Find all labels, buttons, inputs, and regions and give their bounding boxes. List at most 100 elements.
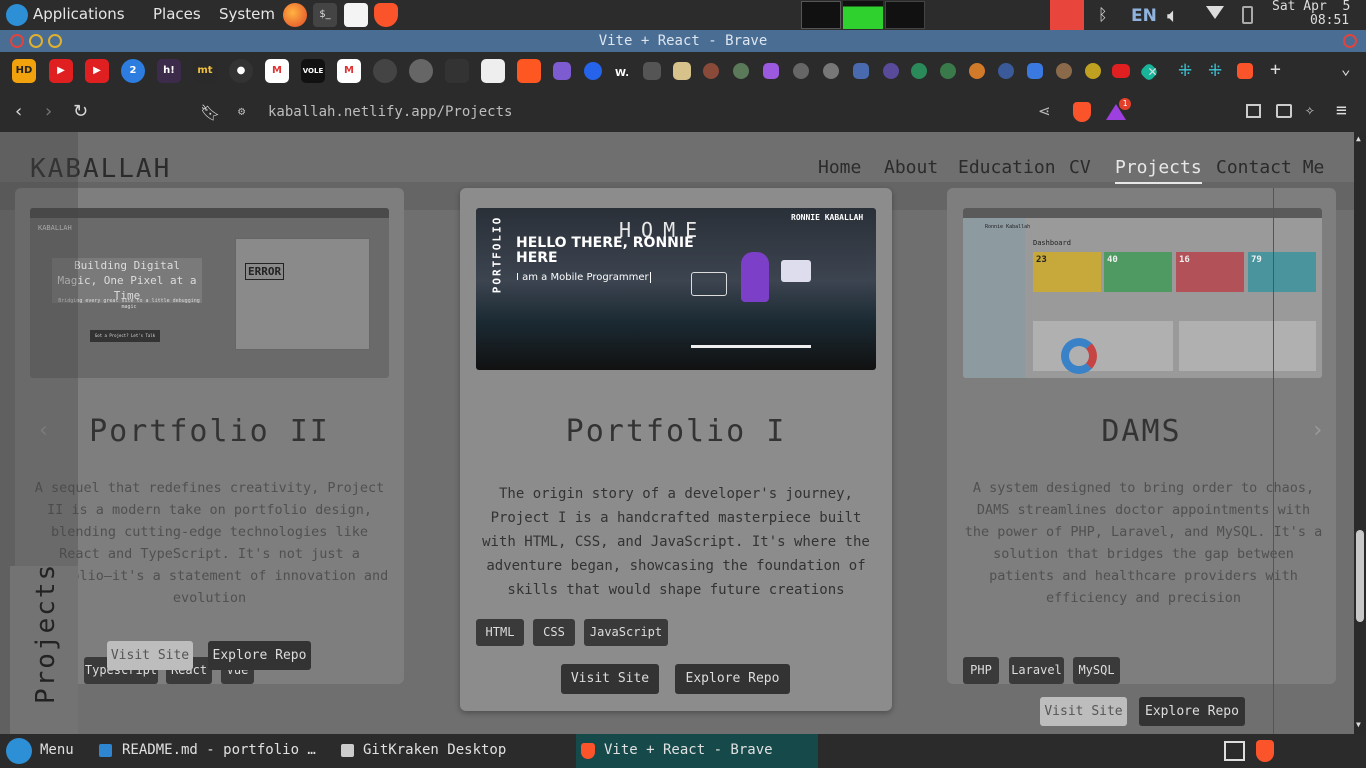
explore-repo-button[interactable]: Explore Repo <box>1139 697 1245 726</box>
taskbar-item-gitkraken[interactable]: GitKraken Desktop <box>363 742 506 758</box>
distro-logo-icon[interactable] <box>6 4 28 26</box>
project-thumbnail[interactable]: Ronnie Kaballah Dashboard 23 40 16 79 <box>963 208 1322 378</box>
tab-icon[interactable] <box>553 62 571 80</box>
tab-icon[interactable] <box>445 59 469 83</box>
menu-logo-icon[interactable] <box>6 738 32 764</box>
sidebar-toggle-icon[interactable] <box>1246 104 1261 118</box>
bluetooth-icon[interactable]: ᛒ <box>1098 5 1108 24</box>
tab-icon[interactable] <box>763 63 779 79</box>
workspace-switcher-icon[interactable] <box>1224 741 1245 761</box>
scroll-down-icon[interactable]: ▼ <box>1356 720 1361 729</box>
gmail-icon[interactable]: M <box>337 59 361 83</box>
page-scrollbar[interactable]: ▲ ▼ <box>1354 132 1366 734</box>
scroll-up-icon[interactable]: ▲ <box>1356 134 1361 143</box>
tab-icon[interactable] <box>517 59 541 83</box>
pinned-tab[interactable]: VOLE <box>301 59 325 83</box>
close-window-right-button[interactable] <box>1343 34 1357 48</box>
tab-icon[interactable] <box>481 59 505 83</box>
tab-icon[interactable] <box>409 59 433 83</box>
pinned-tab[interactable]: HD <box>12 59 36 83</box>
tab-icon[interactable] <box>911 63 927 79</box>
window-titlebar[interactable]: Vite + React - Brave <box>0 30 1366 52</box>
gmail-icon[interactable]: M <box>265 59 289 83</box>
places-menu[interactable]: Places <box>153 5 201 23</box>
share-icon[interactable]: ⋖ <box>1038 102 1051 120</box>
nav-projects[interactable]: Projects <box>1115 157 1202 184</box>
youtube-icon[interactable]: ▶ <box>85 59 109 83</box>
site-info-icon[interactable]: ⚙ <box>238 104 245 118</box>
brave-tray-icon[interactable] <box>1256 740 1274 762</box>
tab-icon[interactable] <box>584 62 602 80</box>
pinned-tab[interactable]: h! <box>157 59 181 83</box>
tab-icon[interactable] <box>673 62 691 80</box>
tab-icon[interactable] <box>1056 63 1072 79</box>
clock[interactable]: Sat Apr 5 08:51 <box>1272 0 1366 28</box>
tab-icon[interactable] <box>823 63 839 79</box>
tab-icon[interactable] <box>940 63 956 79</box>
scroll-thumb[interactable] <box>1356 530 1364 622</box>
url-field[interactable]: kaballah.netlify.app/Projects <box>268 104 512 120</box>
visit-site-button[interactable]: Visit Site <box>107 641 193 670</box>
tab-icon[interactable] <box>1027 63 1043 79</box>
tab-icon[interactable] <box>853 63 869 79</box>
tab-icon[interactable] <box>969 63 985 79</box>
back-button[interactable]: ‹ <box>15 101 22 122</box>
volume-icon[interactable]: 🔈︎ <box>1167 3 1179 27</box>
pinned-tab[interactable]: 2 <box>121 59 145 83</box>
tab-list-chevron-icon[interactable]: ⌄ <box>1341 59 1351 78</box>
project-thumbnail[interactable]: HOME RONNIE KABALLAH PORTFOLIO HELLO THE… <box>476 208 876 370</box>
tab-icon[interactable] <box>373 59 397 83</box>
explore-repo-button[interactable]: Explore Repo <box>208 641 311 670</box>
brave-shields-icon[interactable] <box>1073 102 1091 122</box>
system-menu[interactable]: System <box>219 5 275 23</box>
anydesk-tray-icon[interactable] <box>1050 0 1084 30</box>
forward-button[interactable]: › <box>45 101 52 122</box>
tab-icon[interactable] <box>643 62 661 80</box>
bookmark-icon[interactable]: 🔖︎ <box>200 103 220 122</box>
minimize-window-button[interactable] <box>29 34 43 48</box>
keyboard-layout-indicator[interactable]: EN <box>1131 6 1157 26</box>
nav-education[interactable]: Education <box>958 157 1056 178</box>
taskbar-item-vscode[interactable]: README.md - portfolio … <box>122 742 316 758</box>
nav-cv[interactable]: CV <box>1069 157 1091 178</box>
maximize-window-button[interactable] <box>48 34 62 48</box>
battery-icon[interactable] <box>1242 6 1253 24</box>
applications-menu[interactable]: Applications <box>33 5 125 23</box>
nav-about[interactable]: About <box>884 157 938 178</box>
project-thumbnail[interactable]: KABALLAH Building Digital Magic, One Pix… <box>30 208 389 378</box>
terminal-launcher-icon[interactable]: $_ <box>313 3 337 27</box>
pinned-tab[interactable]: mt <box>193 59 217 83</box>
youtube-icon[interactable]: ▶ <box>49 59 73 83</box>
visit-site-button[interactable]: Visit Site <box>561 664 659 694</box>
close-window-button[interactable] <box>10 34 24 48</box>
tab-icon[interactable]: ⁜ <box>1178 61 1192 81</box>
youtube-icon[interactable] <box>1112 64 1130 78</box>
menu-icon[interactable]: ≡ <box>1336 100 1347 121</box>
new-tab-button[interactable]: + <box>1270 59 1281 80</box>
text-editor-launcher-icon[interactable] <box>344 3 368 27</box>
close-tab-icon[interactable]: ✕ <box>1148 62 1157 80</box>
nav-home[interactable]: Home <box>818 157 861 178</box>
wifi-icon[interactable] <box>1206 6 1224 19</box>
tab-icon[interactable] <box>1085 63 1101 79</box>
tab-icon[interactable]: ⁜ <box>1208 61 1222 81</box>
firefox-launcher-icon[interactable] <box>283 3 307 27</box>
explore-repo-button[interactable]: Explore Repo <box>675 664 790 694</box>
tab-icon[interactable]: W. <box>613 62 631 80</box>
wallet-icon[interactable] <box>1276 104 1292 118</box>
leo-ai-icon[interactable]: ✧ <box>1305 100 1315 119</box>
nav-contact-me[interactable]: Contact Me <box>1216 157 1324 178</box>
tab-icon[interactable] <box>733 63 749 79</box>
visit-site-button[interactable]: Visit Site <box>1040 697 1127 726</box>
start-menu-button[interactable]: Menu <box>40 742 74 758</box>
tab-icon[interactable] <box>703 63 719 79</box>
reload-button[interactable]: ↻ <box>73 101 88 122</box>
tab-icon[interactable] <box>998 63 1014 79</box>
tab-icon[interactable] <box>793 63 809 79</box>
brave-launcher-icon[interactable] <box>374 3 398 27</box>
carousel-next-icon[interactable]: › <box>1311 418 1324 443</box>
github-icon[interactable]: ● <box>229 59 253 83</box>
taskbar-item-brave[interactable]: Vite + React - Brave <box>604 742 773 758</box>
tab-icon[interactable] <box>883 63 899 79</box>
brave-tab-icon[interactable] <box>1237 63 1253 79</box>
